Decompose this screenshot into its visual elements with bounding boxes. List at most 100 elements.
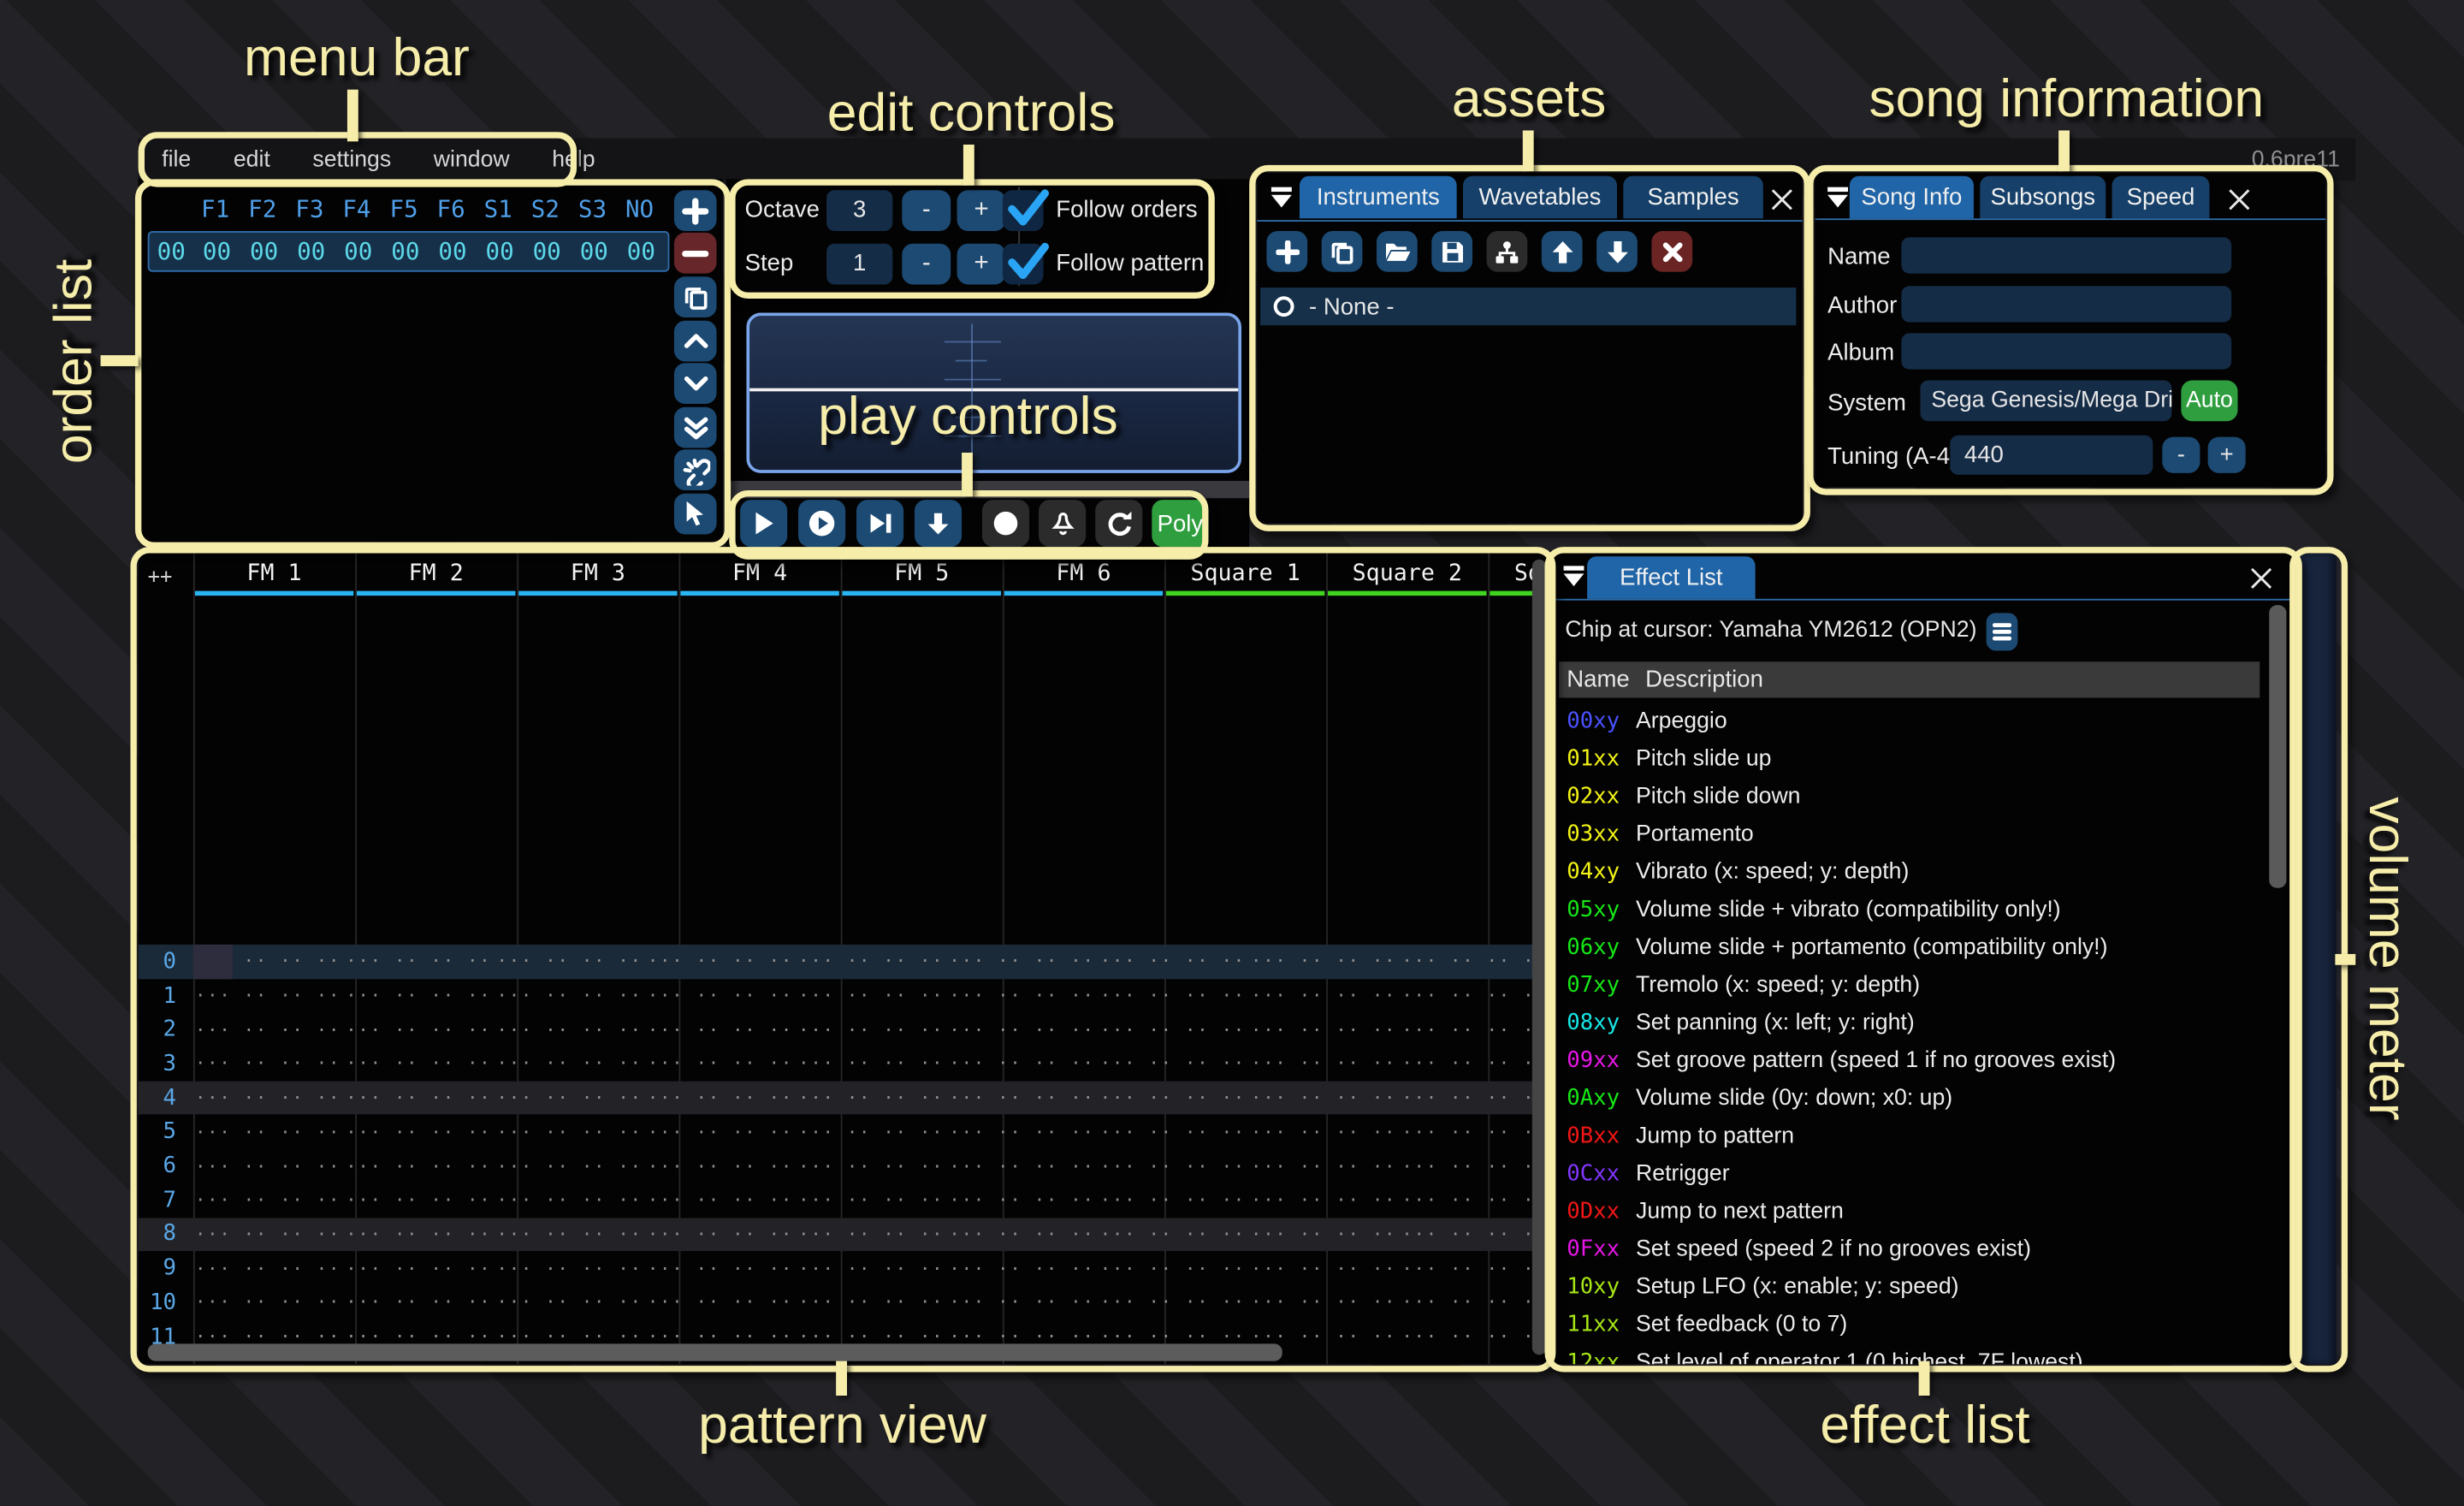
- order-duplicate-button[interactable]: [674, 276, 717, 317]
- pattern-cell-empty[interactable]: ··· ·· ·· ·· ··: [643, 1020, 793, 1041]
- tab-speed[interactable]: Speed: [2112, 176, 2210, 219]
- album-input[interactable]: [1901, 333, 2231, 369]
- asset-open-button[interactable]: [1377, 231, 1418, 272]
- pattern-row[interactable]: 5··· ·· ·· ·· ····· ·· ·· ·· ····· ·· ··…: [139, 1115, 1549, 1149]
- pattern-cell-empty[interactable]: ··· ·· ·· ·· ··: [1095, 1053, 1246, 1074]
- effect-row[interactable]: 10xySetup LFO (x: enable; y: speed): [1553, 1268, 2276, 1306]
- pattern-cell-empty[interactable]: ··· ·· ·· ·· ··: [643, 1292, 793, 1313]
- pattern-cell-empty[interactable]: ··· ·· ·· ·· ··: [341, 1190, 492, 1211]
- tab-song-info[interactable]: Song Info: [1850, 176, 1974, 219]
- pattern-cell-empty[interactable]: ··· ·· ·· ·· ··: [341, 1088, 492, 1108]
- pattern-cell-empty[interactable]: ··· ·· ·· ·· ··: [643, 952, 793, 972]
- pattern-cell-empty[interactable]: ··· ·· ·· ·· ··: [1397, 1326, 1548, 1347]
- system-select[interactable]: Sega Genesis/Mega Drive: [1920, 380, 2171, 421]
- order-pointer-button[interactable]: [674, 494, 717, 535]
- metronome-button[interactable]: [1039, 500, 1086, 547]
- pattern-cell-empty[interactable]: ··· ·· ·· ·· ··: [1397, 1088, 1548, 1108]
- pattern-cell-empty[interactable]: ··· ·· ·· ·· ··: [191, 1292, 341, 1313]
- order-cell[interactable]: 00: [618, 237, 665, 265]
- pattern-cell-empty[interactable]: ··· ·· ·· ·· ··: [1095, 1259, 1246, 1279]
- vertical-scrollbar[interactable]: [1532, 560, 1547, 1355]
- menu-item[interactable]: file: [162, 147, 191, 172]
- asset-duplicate-button[interactable]: [1322, 231, 1363, 272]
- effect-row[interactable]: 0AxyVolume slide (0y: down; x0: up): [1553, 1080, 2276, 1118]
- follow-orders-checkbox[interactable]: [1003, 190, 1044, 231]
- order-move-down-button[interactable]: [674, 363, 717, 404]
- pattern-cell-empty[interactable]: ··· ·· ·· ·· ··: [341, 1020, 492, 1041]
- pattern-cell-empty[interactable]: ··· ·· ·· ·· ··: [794, 1224, 945, 1245]
- pattern-cell-empty[interactable]: ··· ·· ·· ·· ··: [191, 1122, 341, 1142]
- effect-row[interactable]: 0FxxSet speed (speed 2 if no grooves exi…: [1553, 1230, 2276, 1268]
- order-move-up-button[interactable]: [674, 321, 717, 362]
- menu-item[interactable]: edit: [234, 147, 270, 172]
- pattern-row[interactable]: 9··· ·· ·· ·· ····· ·· ·· ·· ····· ·· ··…: [139, 1252, 1549, 1286]
- dock-splitter[interactable]: [726, 481, 1250, 498]
- pattern-cell-empty[interactable]: ··· ·· ·· ·· ··: [1397, 1190, 1548, 1211]
- pattern-cell-empty[interactable]: ··· ·· ·· ·· ··: [1247, 986, 1397, 1006]
- effect-row[interactable]: 03xxPortamento: [1553, 815, 2276, 853]
- pattern-cell-empty[interactable]: ··· ·· ·· ·· ··: [492, 1224, 643, 1245]
- pattern-cell-empty[interactable]: ··· ·· ·· ·· ··: [1397, 1224, 1548, 1245]
- pattern-cell-empty[interactable]: ··· ·· ·· ·· ··: [1095, 1020, 1246, 1041]
- channel-header[interactable]: FM 3: [517, 561, 678, 586]
- pattern-cell-empty[interactable]: ··· ·· ·· ·· ··: [492, 1190, 643, 1211]
- pattern-cell-empty[interactable]: ··· ·· ·· ·· ··: [1247, 1020, 1397, 1041]
- effect-row[interactable]: 04xyVibrato (x: speed; y: depth): [1553, 853, 2276, 891]
- pattern-row[interactable]: 6··· ·· ·· ·· ····· ·· ·· ·· ····· ·· ··…: [139, 1149, 1549, 1183]
- order-column-header[interactable]: F5: [380, 195, 427, 223]
- order-column-header[interactable]: F1: [192, 195, 239, 223]
- pattern-cell-empty[interactable]: ··· ·· ·· ·· ··: [643, 986, 793, 1006]
- pattern-cell-empty[interactable]: ··· ·· ·· ·· ··: [1247, 1053, 1397, 1074]
- order-column-header[interactable]: F2: [239, 195, 286, 223]
- repeat-button[interactable]: [1095, 500, 1142, 547]
- pattern-cell-empty[interactable]: ··· ·· ·· ·· ··: [1247, 1224, 1397, 1245]
- pattern-cell-empty[interactable]: ··· ·· ·· ·· ··: [191, 1190, 341, 1211]
- channel-header[interactable]: FM 4: [678, 561, 840, 586]
- menu-item[interactable]: window: [434, 147, 510, 172]
- pattern-cell-empty[interactable]: ··· ·· ·· ·· ··: [1397, 1122, 1548, 1142]
- pattern-cell-empty[interactable]: ··· ·· ·· ·· ··: [492, 1156, 643, 1177]
- channel-header[interactable]: FM 6: [1003, 561, 1164, 586]
- pattern-cell-empty[interactable]: ··· ·· ·· ·· ··: [191, 1020, 341, 1041]
- pattern-cell-empty[interactable]: ··· ·· ·· ·· ··: [1095, 952, 1246, 972]
- pattern-cell-empty[interactable]: ··· ·· ·· ·· ··: [191, 1259, 341, 1279]
- follow-pattern-checkbox[interactable]: [1003, 244, 1044, 285]
- pattern-row[interactable]: 3··· ·· ·· ·· ····· ·· ·· ·· ····· ·· ··…: [139, 1046, 1549, 1081]
- effect-row[interactable]: 12xxSet level of operator 1 (0 highest, …: [1553, 1343, 2276, 1364]
- pattern-cell-empty[interactable]: ··· ·· ·· ·· ··: [945, 1156, 1095, 1177]
- pattern-cell-empty[interactable]: ··· ·· ·· ·· ··: [945, 1292, 1095, 1313]
- tab-samples[interactable]: Samples: [1623, 176, 1762, 219]
- pattern-cell-empty[interactable]: ··· ·· ·· ·· ··: [945, 1190, 1095, 1211]
- order-add-button[interactable]: [674, 190, 717, 231]
- order-unlink-button[interactable]: [674, 449, 717, 490]
- pattern-cell-empty[interactable]: ··· ·· ·· ·· ··: [492, 1020, 643, 1041]
- pattern-expand-button[interactable]: ++: [148, 566, 173, 590]
- pattern-cell-empty[interactable]: ··· ·· ·· ·· ··: [643, 1224, 793, 1245]
- order-column-header[interactable]: NO: [616, 195, 663, 223]
- pattern-cell-empty[interactable]: ··· ·· ·· ·· ··: [794, 1088, 945, 1108]
- pattern-cell-empty[interactable]: ··· ·· ·· ·· ··: [1397, 1053, 1548, 1074]
- pattern-cell-empty[interactable]: ··· ·· ·· ·· ··: [794, 1156, 945, 1177]
- order-column-header[interactable]: S2: [522, 195, 569, 223]
- pattern-cell-empty[interactable]: ··· ·· ·· ·· ··: [1247, 1190, 1397, 1211]
- oscilloscope-window[interactable]: [746, 313, 1241, 473]
- step-down-button[interactable]: [915, 500, 962, 547]
- play-row-button[interactable]: [856, 500, 903, 547]
- pattern-cell-empty[interactable]: ··· ·· ·· ·· ··: [945, 1259, 1095, 1279]
- pattern-cell-empty[interactable]: ··· ·· ·· ·· ··: [794, 1020, 945, 1041]
- order-cell[interactable]: 00: [287, 237, 335, 265]
- poly-button[interactable]: Poly: [1152, 500, 1208, 547]
- octave-minus-button[interactable]: -: [902, 190, 951, 231]
- collapse-window-icon[interactable]: [1270, 187, 1294, 210]
- step-minus-button[interactable]: -: [902, 244, 951, 285]
- tab-subsongs[interactable]: Subsongs: [1980, 176, 2106, 219]
- asset-move-down-button[interactable]: [1596, 231, 1638, 272]
- pattern-cell-empty[interactable]: ··· ·· ·· ·· ··: [1397, 1292, 1548, 1313]
- name-input[interactable]: [1901, 237, 2231, 273]
- effect-row[interactable]: 02xxPitch slide down: [1553, 778, 2276, 815]
- pattern-cell-empty[interactable]: ··· ·· ·· ·· ··: [1397, 1020, 1548, 1041]
- close-icon[interactable]: [1769, 187, 1794, 212]
- effect-row[interactable]: 0CxxRetrigger: [1553, 1155, 2276, 1193]
- menu-item[interactable]: settings: [312, 147, 391, 172]
- pattern-row[interactable]: 8··· ·· ·· ·· ····· ·· ·· ·· ····· ·· ··…: [139, 1218, 1549, 1252]
